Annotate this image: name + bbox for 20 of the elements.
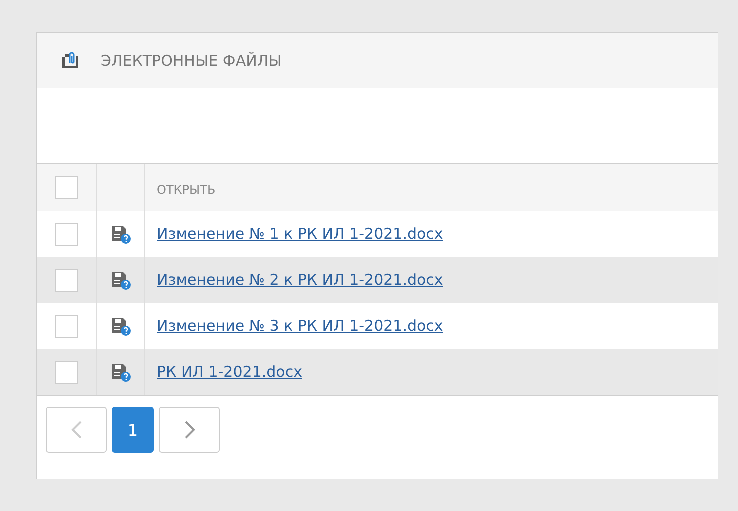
column-header: ОТКРЫТЬ xyxy=(157,182,216,196)
chevron-left-icon xyxy=(70,421,82,439)
panel-title: ЭЛЕКТРОННЫЕ ФАЙЛЫ xyxy=(101,52,282,70)
checkbox[interactable] xyxy=(55,268,78,292)
checkbox[interactable] xyxy=(55,222,78,246)
file-link[interactable]: Изменение № 1 к РК ИЛ 1-2021.docx xyxy=(157,225,444,243)
file-link[interactable]: Изменение № 2 к РК ИЛ 1-2021.docx xyxy=(157,271,444,289)
file-link[interactable]: РК ИЛ 1-2021.docx xyxy=(157,363,302,381)
chevron-right-icon xyxy=(184,421,196,439)
floppy-help-icon[interactable] xyxy=(110,362,130,382)
checkbox[interactable] xyxy=(55,360,78,384)
floppy-help-icon[interactable] xyxy=(110,316,130,336)
attachment-icon xyxy=(61,52,79,69)
checkbox[interactable] xyxy=(55,176,78,199)
next-page-button[interactable] xyxy=(159,407,220,453)
floppy-help-icon[interactable] xyxy=(110,270,130,290)
floppy-help-icon[interactable] xyxy=(110,224,130,244)
file-link[interactable]: Изменение № 3 к РК ИЛ 1-2021.docx xyxy=(157,317,444,335)
checkbox[interactable] xyxy=(55,314,78,338)
page-button[interactable]: 1 xyxy=(112,407,154,453)
